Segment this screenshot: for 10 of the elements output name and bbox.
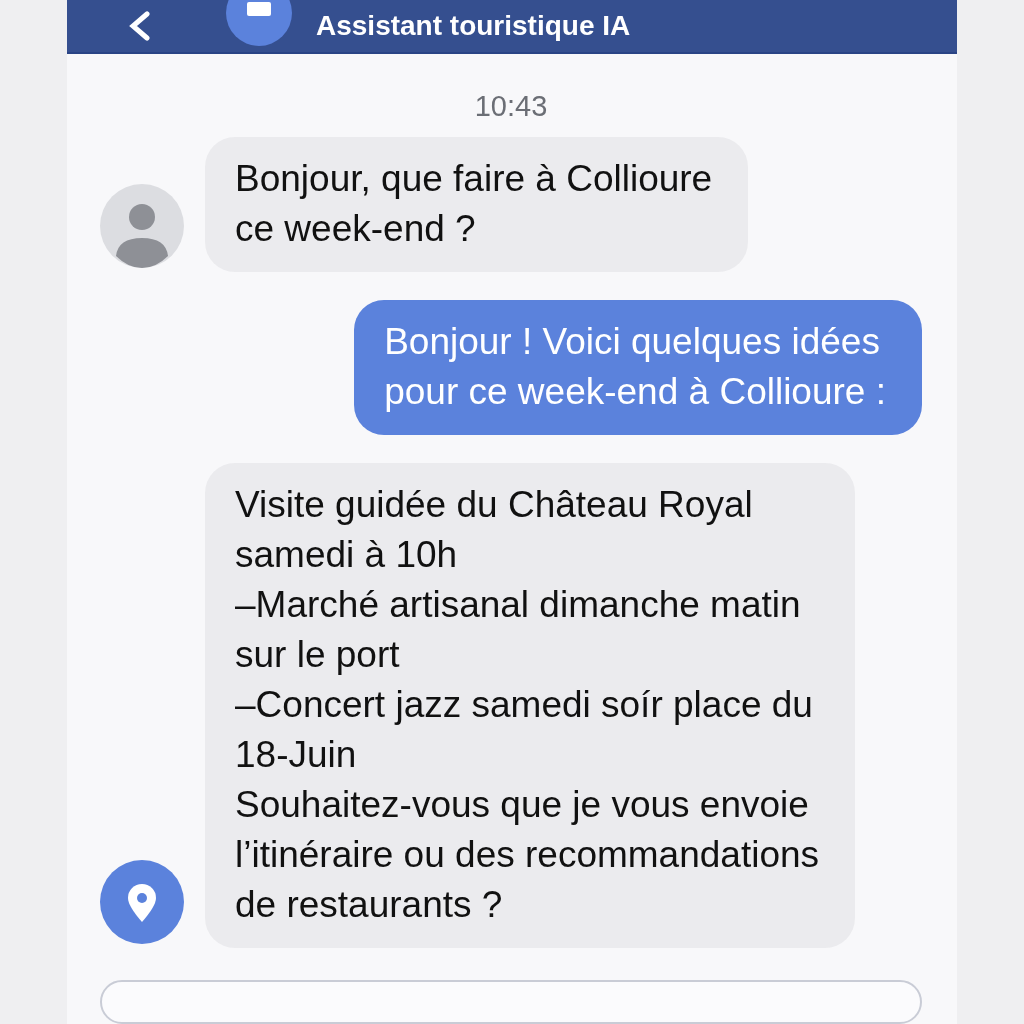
avatar-icon <box>226 0 292 46</box>
input-field[interactable] <box>100 980 922 1024</box>
timestamp: 10:43 <box>473 90 549 124</box>
back-icon[interactable] <box>127 11 151 42</box>
location-pin-avatar-icon <box>100 860 184 945</box>
window-title: Assistant touristique IA <box>316 10 631 43</box>
message-bubble: Bonjour ! Voici quelques idées pour ce week-end à Collioure : <box>354 300 922 436</box>
person-avatar-icon <box>100 184 184 269</box>
message-bubble: Bonjour, que faire à Collioure ce week-end ? <box>205 137 749 273</box>
message-bubble: Visite guidée du Château Royal samedi à 10h –Marché artisanal dimanche matin sur le port –Concert jazz samedi soír place du 18-Juin Souhaitez-vous que je vous envoie l’itinéraire ou des recommandations de restaurants ? <box>205 463 856 949</box>
